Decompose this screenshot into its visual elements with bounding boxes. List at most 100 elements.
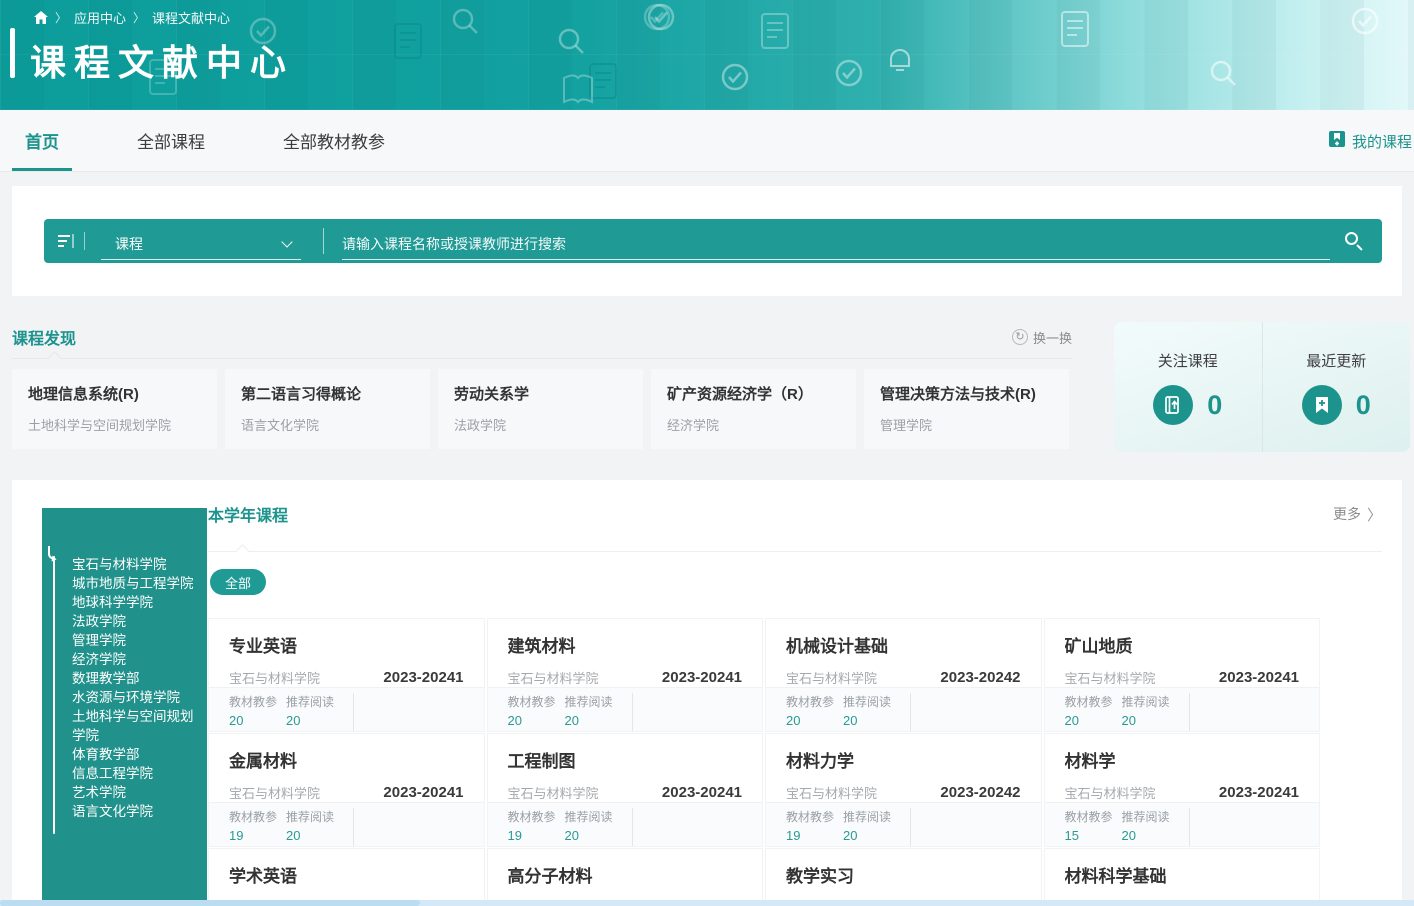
course-college: 宝石与材料学院 xyxy=(229,668,320,687)
college-item[interactable]: 数理教学部 xyxy=(72,669,203,688)
title-accent-bar xyxy=(10,28,15,78)
discovery-course-title: 矿产资源经济学（R） xyxy=(667,383,840,404)
college-item[interactable]: 管理学院 xyxy=(72,631,203,650)
search-category-value: 课程 xyxy=(101,234,143,254)
scrollbar-thumb[interactable] xyxy=(0,900,420,906)
my-courses-label: 我的课程 xyxy=(1352,131,1412,152)
reading-stat-label: 推荐阅读 xyxy=(565,693,622,710)
course-card[interactable]: 材料学 宝石与材料学院 2023-20241 教材教参 15 推荐阅读 20 xyxy=(1044,733,1321,847)
breadcrumb-separator: 〉 xyxy=(133,9,145,26)
discovery-course-title: 劳动关系学 xyxy=(454,383,627,404)
recent-updates-stat[interactable]: 最近更新 0 xyxy=(1262,322,1411,452)
textbook-count: 20 xyxy=(508,713,565,728)
course-term: 2023-20241 xyxy=(383,669,463,686)
course-title: 矿山地质 xyxy=(1065,632,1300,657)
college-item[interactable]: 法政学院 xyxy=(72,612,203,631)
course-title: 专业英语 xyxy=(229,632,464,657)
filter-icon[interactable] xyxy=(58,234,74,248)
college-item[interactable]: 城市地质与工程学院 xyxy=(72,574,203,593)
home-icon[interactable] xyxy=(34,11,48,24)
discovery-card-list: 地理信息系统(R) 土地科学与空间规划学院 第二语言习得概论 语言文化学院 劳动… xyxy=(12,369,1072,449)
course-card-footer: 教材教参 20 推荐阅读 20 xyxy=(766,687,1041,731)
course-college: 宝石与材料学院 xyxy=(1065,668,1156,687)
tab-all-textbooks[interactable]: 全部教材教参 xyxy=(270,110,398,171)
textbook-stat-label: 教材教参 xyxy=(786,808,843,825)
college-item[interactable]: 经济学院 xyxy=(72,650,203,669)
discovery-course-title: 管理决策方法与技术(R) xyxy=(880,383,1053,404)
textbook-count: 19 xyxy=(229,828,286,843)
course-card[interactable]: 工程制图 宝石与材料学院 2023-20241 教材教参 19 推荐阅读 20 xyxy=(487,733,764,847)
course-card-footer: 教材教参 19 推荐阅读 20 xyxy=(488,802,763,846)
course-card[interactable]: 金属材料 宝石与材料学院 2023-20241 教材教参 19 推荐阅读 20 xyxy=(208,733,485,847)
discovery-card[interactable]: 第二语言习得概论 语言文化学院 xyxy=(225,369,430,449)
filter-all-button[interactable]: 全部 xyxy=(210,569,266,595)
college-item[interactable]: 艺术学院 xyxy=(72,783,203,802)
breadcrumb-app-center[interactable]: 应用中心 xyxy=(74,8,126,27)
breadcrumb-separator: 〉 xyxy=(55,9,67,26)
reading-count: 20 xyxy=(843,828,900,843)
course-title: 机械设计基础 xyxy=(786,632,1021,657)
discovery-card[interactable]: 矿产资源经济学（R） 经济学院 xyxy=(651,369,856,449)
college-item[interactable]: 水资源与环境学院 xyxy=(72,688,203,707)
college-item[interactable]: 体育教学部 xyxy=(72,745,203,764)
discovery-course-college: 管理学院 xyxy=(880,415,1053,434)
college-item[interactable]: 语言文化学院 xyxy=(72,802,203,821)
horizontal-scrollbar[interactable] xyxy=(0,900,1414,906)
course-card-footer: 教材教参 20 推荐阅读 20 xyxy=(488,687,763,731)
college-item[interactable]: 土地科学与空间规划学院 xyxy=(72,707,203,745)
course-card-footer: 教材教参 20 推荐阅读 20 xyxy=(209,687,484,731)
discovery-card[interactable]: 地理信息系统(R) 土地科学与空间规划学院 xyxy=(12,369,217,449)
reading-count: 20 xyxy=(565,713,622,728)
search-icon[interactable] xyxy=(1344,231,1364,251)
discovery-card[interactable]: 劳动关系学 法政学院 xyxy=(438,369,643,449)
semester-section: 本学年课程 更多 〉 宝石与材料学院城市地质与工程学院地球科学学院法政学院管理学… xyxy=(12,480,1402,906)
tab-all-courses[interactable]: 全部课程 xyxy=(124,110,218,171)
refresh-button[interactable]: ↻ 换一换 xyxy=(1012,328,1072,347)
college-item[interactable]: 信息工程学院 xyxy=(72,764,203,783)
breadcrumb: 〉 应用中心 〉 课程文献中心 xyxy=(34,8,230,27)
course-card[interactable]: 专业英语 宝石与材料学院 2023-20241 教材教参 20 推荐阅读 20 xyxy=(208,618,485,732)
stats-panel: 关注课程 0 最近更新 0 xyxy=(1114,322,1410,452)
my-courses-button[interactable]: 我的课程 xyxy=(1328,110,1412,172)
reading-count: 20 xyxy=(843,713,900,728)
course-card[interactable]: 机械设计基础 宝石与材料学院 2023-20242 教材教参 20 推荐阅读 2… xyxy=(765,618,1042,732)
course-college: 宝石与材料学院 xyxy=(229,783,320,802)
textbook-stat-label: 教材教参 xyxy=(1065,693,1122,710)
refresh-icon: ↻ xyxy=(1012,329,1028,345)
course-card[interactable]: 学术英语 宝石与材料学院 2023-20241 教材教参 推荐阅读 xyxy=(208,848,485,906)
course-card[interactable]: 建筑材料 宝石与材料学院 2023-20241 教材教参 20 推荐阅读 20 xyxy=(487,618,764,732)
course-card[interactable]: 矿山地质 宝石与材料学院 2023-20241 教材教参 20 推荐阅读 20 xyxy=(1044,618,1321,732)
reading-stat-label: 推荐阅读 xyxy=(843,808,900,825)
chevron-right-icon: 〉 xyxy=(1367,504,1382,525)
college-list: 宝石与材料学院城市地质与工程学院地球科学学院法政学院管理学院经济学院数理教学部水… xyxy=(42,555,207,821)
course-card[interactable]: 高分子材料 宝石与材料学院 2023-20242 教材教参 推荐阅读 xyxy=(487,848,764,906)
course-title: 材料力学 xyxy=(786,747,1021,772)
discovery-course-title: 地理信息系统(R) xyxy=(28,383,201,404)
more-link[interactable]: 更多 〉 xyxy=(1333,504,1382,525)
divider-notch xyxy=(236,544,249,557)
college-item[interactable]: 地球科学学院 xyxy=(72,593,203,612)
tab-home[interactable]: 首页 xyxy=(12,110,72,171)
college-item[interactable]: 宝石与材料学院 xyxy=(72,555,203,574)
course-title: 材料学 xyxy=(1065,747,1300,772)
textbook-stat-label: 教材教参 xyxy=(229,808,286,825)
search-input[interactable] xyxy=(342,228,1330,260)
college-sidebar: 宝石与材料学院城市地质与工程学院地球科学学院法政学院管理学院经济学院数理教学部水… xyxy=(42,508,207,906)
recent-update-icon xyxy=(1302,385,1342,425)
reading-count: 20 xyxy=(1122,713,1179,728)
tab-bar: 首页 全部课程 全部教材教参 我的课程 xyxy=(0,110,1414,172)
search-category-select[interactable]: 课程 xyxy=(101,228,301,260)
course-title: 教学实习 xyxy=(786,862,1021,887)
course-term: 2023-20241 xyxy=(1219,784,1299,801)
course-card[interactable]: 教学实习 宝石与材料学院 2023-20242 教材教参 推荐阅读 xyxy=(765,848,1042,906)
breadcrumb-current: 课程文献中心 xyxy=(152,8,230,27)
discovery-card[interactable]: 管理决策方法与技术(R) 管理学院 xyxy=(864,369,1069,449)
course-card[interactable]: 材料力学 宝石与材料学院 2023-20242 教材教参 19 推荐阅读 20 xyxy=(765,733,1042,847)
textbook-stat-label: 教材教参 xyxy=(786,693,843,710)
course-title: 高分子材料 xyxy=(508,862,743,887)
search-bar: 课程 xyxy=(44,219,1382,263)
followed-course-icon xyxy=(1153,385,1193,425)
discovery-course-college: 语言文化学院 xyxy=(241,415,414,434)
course-card[interactable]: 材料科学基础 宝石与材料学院 2023-20241 教材教参 推荐阅读 xyxy=(1044,848,1321,906)
followed-courses-stat[interactable]: 关注课程 0 xyxy=(1114,322,1262,452)
